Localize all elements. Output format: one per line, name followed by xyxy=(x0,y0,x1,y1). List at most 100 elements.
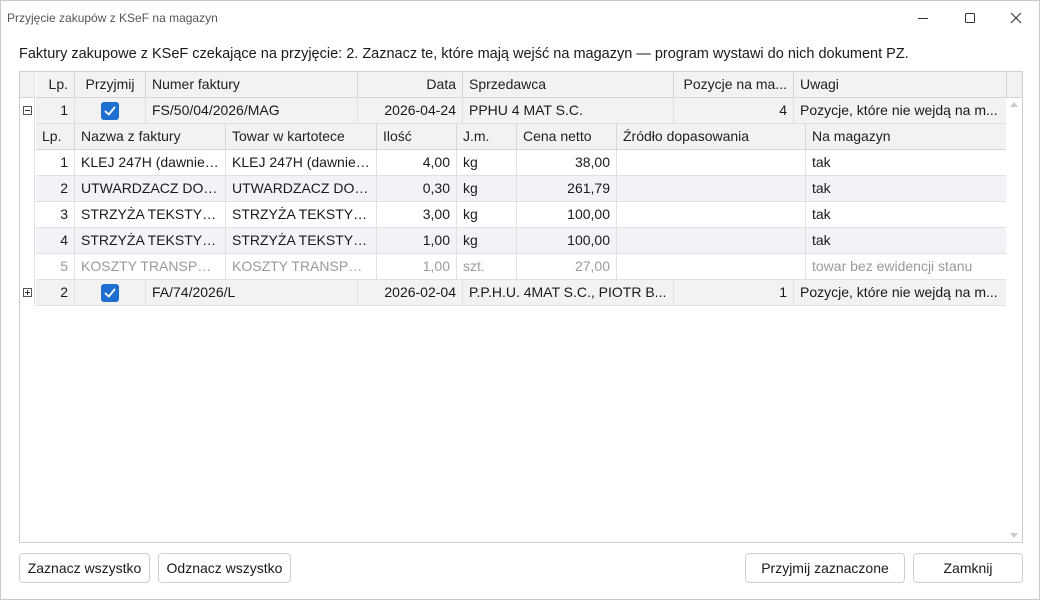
detail-name: UTWARDZACZ DO K... xyxy=(75,176,226,202)
detail-column-header-price[interactable]: Cena netto xyxy=(517,124,617,150)
column-header-filler xyxy=(1007,72,1022,98)
detail-unit: szt. xyxy=(457,254,517,280)
dialog-window: Przyjęcie zakupów z KSeF na magazyn Fakt… xyxy=(0,0,1040,600)
detail-price: 27,00 xyxy=(517,254,617,280)
detail-price: 100,00 xyxy=(517,228,617,254)
invoice-number: FS/50/04/2026/MAG xyxy=(146,98,358,124)
expand-icon[interactable] xyxy=(23,288,32,297)
invoice-seller: PPHU 4 MAT S.C. xyxy=(463,98,674,124)
detail-name: KOSZTY TRANSPOR... xyxy=(75,254,226,280)
detail-qty: 1,00 xyxy=(377,228,457,254)
detail-unit: kg xyxy=(457,228,517,254)
detail-item: KLEJ 247H (dawniej... xyxy=(226,150,377,176)
invoice-grid: Lp. Przyjmij Numer faktury Data Sprzedaw… xyxy=(19,71,1023,543)
detail-column-header-item[interactable]: Towar w kartotece xyxy=(226,124,377,150)
scroll-up-icon[interactable] xyxy=(1010,102,1018,107)
detail-row[interactable]: 3 STRZYŻA TEKSTYLN... STRZYŻA TEKSTYLN..… xyxy=(20,202,1007,228)
detail-lp: 5 xyxy=(36,254,75,280)
invoice-notes: Pozycje, które nie wejdą na m... xyxy=(794,280,1007,306)
detail-stock: tak xyxy=(806,202,1007,228)
grid-header-row: Lp. Przyjmij Numer faktury Data Sprzedaw… xyxy=(20,72,1022,98)
detail-column-header-qty[interactable]: Ilość xyxy=(377,124,457,150)
accept-selected-button[interactable]: Przyjmij zaznaczone xyxy=(745,553,905,583)
intro-text: Faktury zakupowe z KSeF czekające na prz… xyxy=(19,46,909,62)
detail-price: 261,79 xyxy=(517,176,617,202)
detail-name: STRZYŻA TEKSTYLN... xyxy=(75,228,226,254)
row-gutter xyxy=(20,280,35,306)
detail-source xyxy=(617,150,806,176)
detail-column-header-stock[interactable]: Na magazyn xyxy=(806,124,1007,150)
select-all-button[interactable]: Zaznacz wszystko xyxy=(19,553,150,583)
detail-price: 38,00 xyxy=(517,150,617,176)
close-icon xyxy=(1010,12,1022,24)
detail-lp: 3 xyxy=(36,202,75,228)
detail-price: 100,00 xyxy=(517,202,617,228)
detail-header-row: Lp. Nazwa z faktury Towar w kartotece Il… xyxy=(20,124,1007,150)
detail-lp: 1 xyxy=(36,150,75,176)
accept-checkbox[interactable] xyxy=(101,284,119,302)
detail-stock: tak xyxy=(806,228,1007,254)
detail-qty: 0,30 xyxy=(377,176,457,202)
detail-name: KLEJ 247H (dawniej... xyxy=(75,150,226,176)
column-header-date[interactable]: Data xyxy=(358,72,463,98)
detail-row[interactable]: 1 KLEJ 247H (dawniej... KLEJ 247H (dawni… xyxy=(20,150,1007,176)
detail-item: UTWARDZACZ DO K... xyxy=(226,176,377,202)
detail-stock: tak xyxy=(806,150,1007,176)
maximize-icon xyxy=(965,13,975,23)
invoice-positions: 4 xyxy=(674,98,794,124)
detail-stock: tak xyxy=(806,176,1007,202)
invoice-positions: 1 xyxy=(674,280,794,306)
detail-source xyxy=(617,254,806,280)
detail-column-header-source[interactable]: Źródło dopasowania xyxy=(617,124,806,150)
column-header-invoice-number[interactable]: Numer faktury xyxy=(146,72,358,98)
detail-qty: 4,00 xyxy=(377,150,457,176)
detail-item: STRZYŻA TEKSTYLN... xyxy=(226,202,377,228)
window-title: Przyjęcie zakupów z KSeF na magazyn xyxy=(7,11,218,25)
invoice-lp: 2 xyxy=(36,280,75,306)
detail-unit: kg xyxy=(457,176,517,202)
detail-lp: 2 xyxy=(36,176,75,202)
deselect-all-button[interactable]: Odznacz wszystko xyxy=(158,553,291,583)
detail-qty: 3,00 xyxy=(377,202,457,228)
invoice-notes: Pozycje, które nie wejdą na m... xyxy=(794,98,1007,124)
detail-source xyxy=(617,202,806,228)
collapse-icon[interactable] xyxy=(23,106,32,115)
detail-column-header-unit[interactable]: J.m. xyxy=(457,124,517,150)
column-header-accept[interactable]: Przyjmij xyxy=(75,72,146,98)
close-button[interactable] xyxy=(993,1,1039,35)
invoice-seller: P.P.H.U. 4MAT S.C., PIOTR B... xyxy=(463,280,674,306)
invoice-row[interactable]: 1 FS/50/04/2026/MAG 2026-04-24 PPHU 4 MA… xyxy=(20,98,1007,124)
vertical-scrollbar[interactable] xyxy=(1006,98,1022,542)
accept-checkbox[interactable] xyxy=(101,102,119,120)
detail-column-header-lp[interactable]: Lp. xyxy=(36,124,75,150)
title-bar: Przyjęcie zakupów z KSeF na magazyn xyxy=(1,1,1040,35)
detail-qty: 1,00 xyxy=(377,254,457,280)
row-gutter xyxy=(20,98,35,124)
minimize-button[interactable] xyxy=(900,1,946,35)
column-header-positions[interactable]: Pozycje na ma... xyxy=(674,72,794,98)
detail-stock: towar bez ewidencji stanu xyxy=(806,254,1007,280)
detail-lp: 4 xyxy=(36,228,75,254)
scroll-down-icon[interactable] xyxy=(1010,533,1018,538)
minimize-icon xyxy=(918,18,928,19)
invoice-date: 2026-02-04 xyxy=(358,280,463,306)
checkmark-icon xyxy=(104,288,116,298)
maximize-button[interactable] xyxy=(947,1,993,35)
invoice-row[interactable]: 2 FA/74/2026/L 2026-02-04 P.P.H.U. 4MAT … xyxy=(20,280,1007,306)
column-header-lp[interactable]: Lp. xyxy=(36,72,75,98)
detail-unit: kg xyxy=(457,202,517,228)
detail-source xyxy=(617,228,806,254)
column-header-seller[interactable]: Sprzedawca xyxy=(463,72,674,98)
header-gutter xyxy=(20,72,35,98)
checkmark-icon xyxy=(104,106,116,116)
column-header-notes[interactable]: Uwagi xyxy=(794,72,1007,98)
invoice-number: FA/74/2026/L xyxy=(146,280,358,306)
invoice-date: 2026-04-24 xyxy=(358,98,463,124)
detail-item: KOSZTY TRANSPOR... xyxy=(226,254,377,280)
detail-row[interactable]: 2 UTWARDZACZ DO K... UTWARDZACZ DO K... … xyxy=(20,176,1007,202)
close-dialog-button[interactable]: Zamknij xyxy=(913,553,1023,583)
detail-row[interactable]: 5 KOSZTY TRANSPOR... KOSZTY TRANSPOR... … xyxy=(20,254,1007,280)
detail-column-header-name[interactable]: Nazwa z faktury xyxy=(75,124,226,150)
detail-unit: kg xyxy=(457,150,517,176)
detail-row[interactable]: 4 STRZYŻA TEKSTYLN... STRZYŻA TEKSTYLN..… xyxy=(20,228,1007,254)
